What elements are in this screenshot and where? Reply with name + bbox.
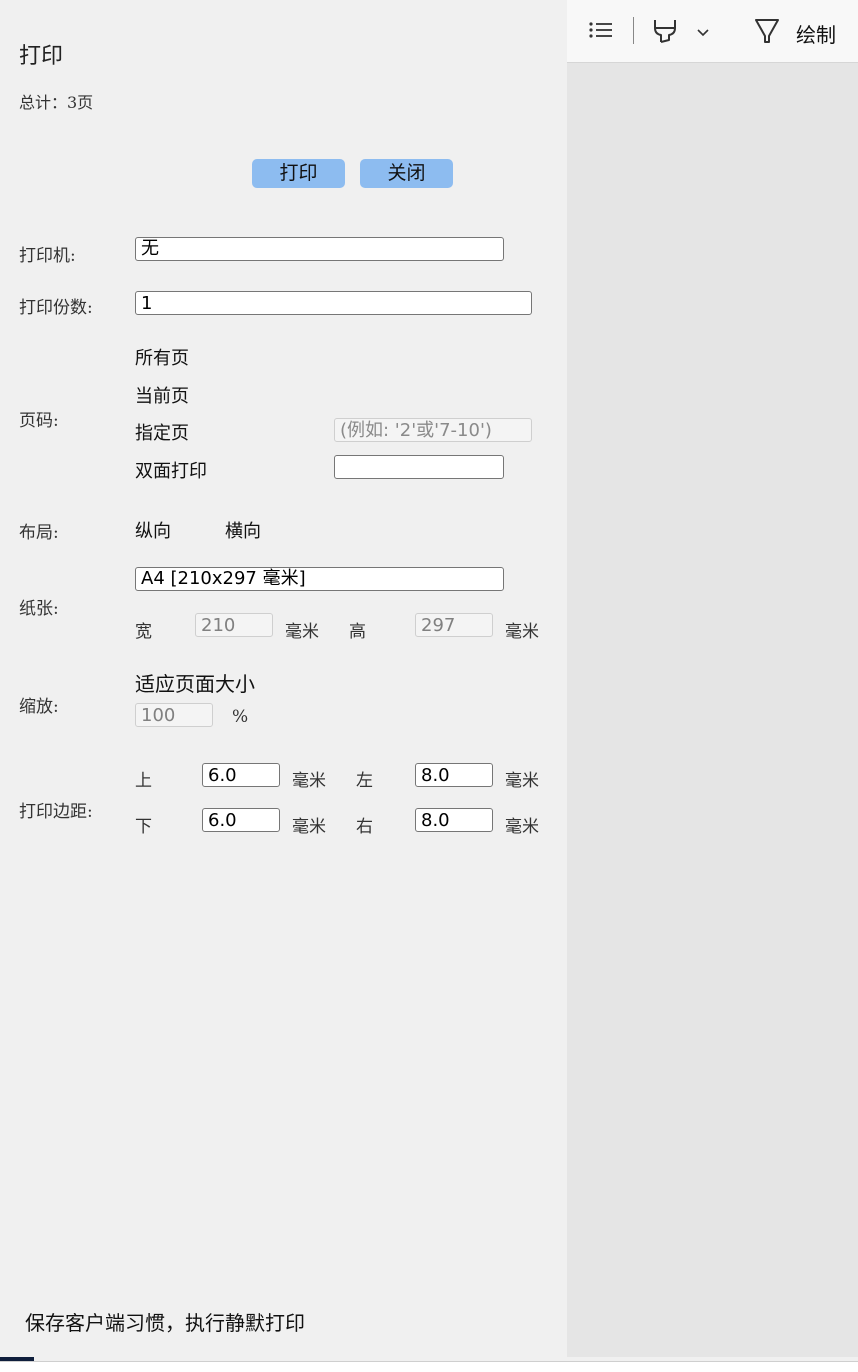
margin-right-input[interactable] <box>415 808 493 832</box>
specified-pages-input[interactable] <box>334 418 532 442</box>
duplex-select[interactable] <box>334 455 504 479</box>
margin-right-unit: 毫米 <box>505 817 539 837</box>
copies-input[interactable] <box>135 291 532 315</box>
chevron-down-icon[interactable] <box>696 24 710 38</box>
layout-portrait[interactable]: 纵向 <box>135 517 171 543</box>
close-button[interactable]: 关闭 <box>360 159 453 188</box>
printer-select[interactable]: 无 <box>135 237 504 261</box>
duplex-option[interactable]: 双面打印 <box>135 457 207 483</box>
margin-top-unit: 毫米 <box>292 771 326 791</box>
total-pages: 总计：3页 <box>19 93 94 112</box>
paper-height-input[interactable] <box>415 613 493 637</box>
margin-right-label: 右 <box>356 817 373 837</box>
print-panel: 打印 总计：3页 打印 关闭 打印机: 无 打印份数: 页码: 所有页 当前页 … <box>0 0 567 1357</box>
margin-label: 打印边距: <box>19 802 93 822</box>
pages-option-current[interactable]: 当前页 <box>135 382 189 408</box>
document-viewer-area <box>567 0 858 1357</box>
paper-width-input[interactable] <box>195 613 273 637</box>
margin-bottom-unit: 毫米 <box>292 817 326 837</box>
paper-label: 纸张: <box>19 599 59 619</box>
copies-label: 打印份数: <box>19 298 93 318</box>
scale-label: 缩放: <box>19 697 59 717</box>
margin-bottom-input[interactable] <box>202 808 280 832</box>
scale-unit: % <box>232 707 249 727</box>
paper-width-unit: 毫米 <box>285 622 319 642</box>
layout-landscape[interactable]: 横向 <box>225 517 261 543</box>
bottom-scrollbar <box>0 1361 858 1372</box>
silent-print-option[interactable]: 保存客户端习惯，执行静默打印 <box>25 1307 305 1336</box>
scale-fit-option[interactable]: 适应页面大小 <box>135 668 255 697</box>
margin-top-input[interactable] <box>202 763 280 787</box>
print-button[interactable]: 打印 <box>252 159 345 188</box>
viewer-toolbar: 绘制 <box>567 0 858 63</box>
draw-label[interactable]: 绘制 <box>796 19 836 48</box>
pages-label: 页码: <box>19 411 59 431</box>
pages-option-all[interactable]: 所有页 <box>135 344 189 370</box>
list-icon[interactable] <box>587 18 615 44</box>
pages-option-specified[interactable]: 指定页 <box>135 419 189 445</box>
paper-height-unit: 毫米 <box>505 622 539 642</box>
highlighter-icon[interactable] <box>652 16 680 46</box>
progress-indicator <box>0 1357 34 1361</box>
page-title: 打印 <box>19 44 64 69</box>
layout-label: 布局: <box>19 523 59 543</box>
margin-top-label: 上 <box>135 771 152 791</box>
margin-bottom-label: 下 <box>135 817 152 837</box>
margin-left-input[interactable] <box>415 763 493 787</box>
margin-left-label: 左 <box>356 771 373 791</box>
paper-width-label: 宽 <box>135 622 152 642</box>
printer-label: 打印机: <box>19 246 76 266</box>
scale-input[interactable] <box>135 703 213 727</box>
paper-height-label: 高 <box>349 622 366 642</box>
paper-select[interactable]: A4 [210x297 毫米] <box>135 567 504 591</box>
toolbar-divider <box>633 17 634 44</box>
pen-icon[interactable] <box>753 16 781 46</box>
margin-left-unit: 毫米 <box>505 771 539 791</box>
